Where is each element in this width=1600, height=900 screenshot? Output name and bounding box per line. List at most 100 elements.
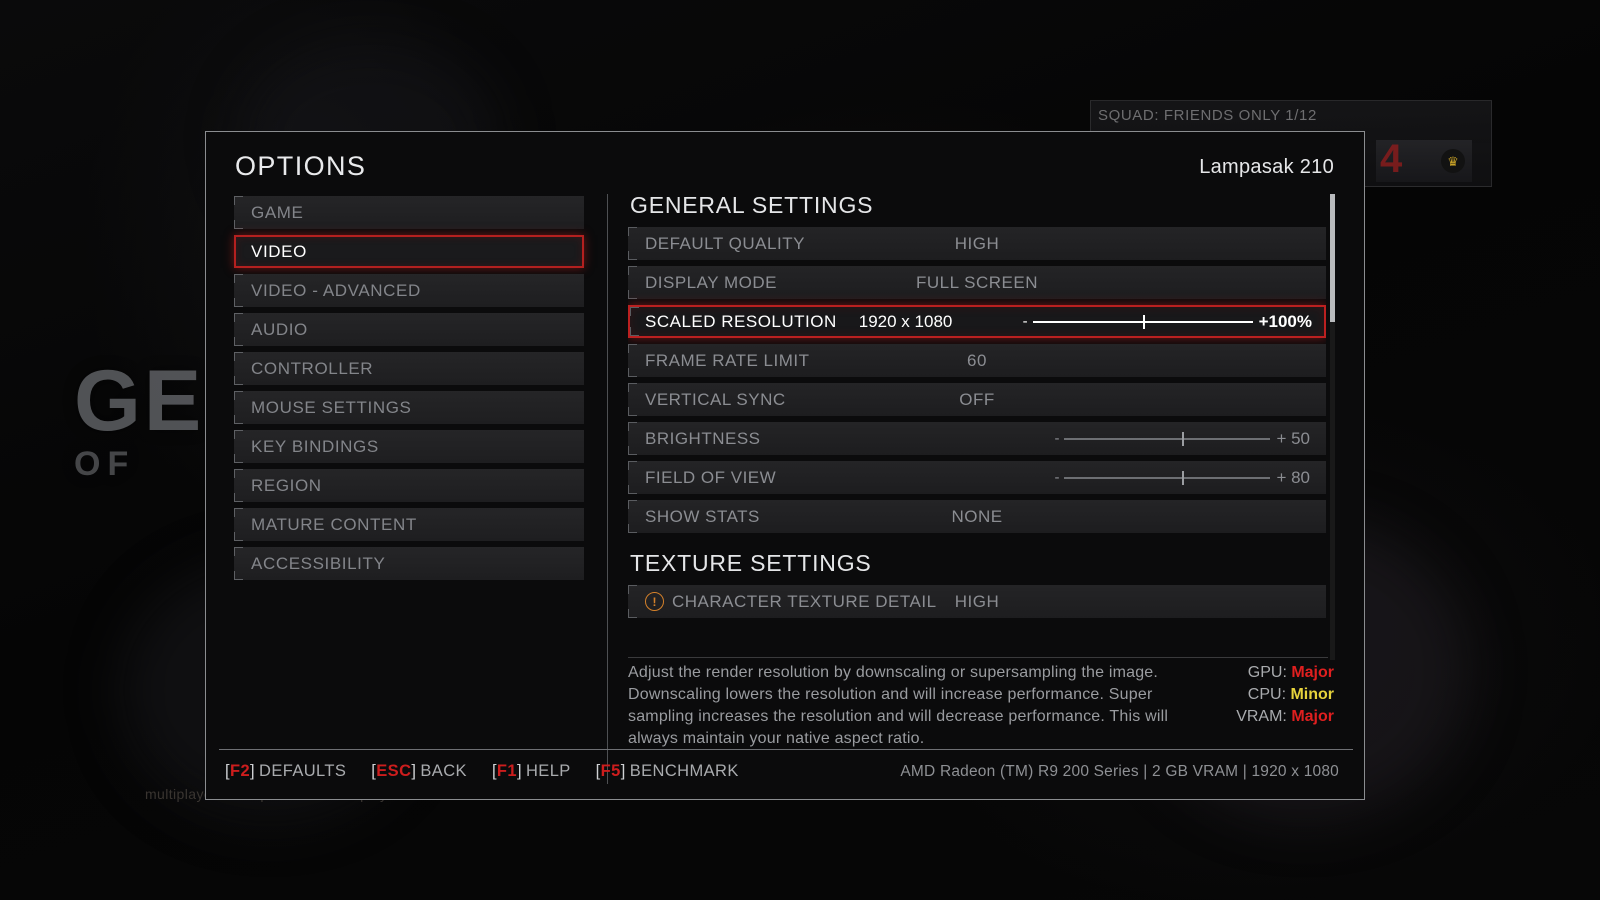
slider-thumb[interactable] bbox=[1181, 470, 1184, 485]
texture-settings-header: TEXTURE SETTINGS bbox=[630, 550, 872, 576]
sidebar-item-video[interactable]: VIDEO bbox=[234, 235, 584, 268]
sidebar-item-label: REGION bbox=[251, 475, 322, 495]
sidebar-item-label: KEY BINDINGS bbox=[251, 436, 379, 456]
slider-control[interactable]: - + 50 bbox=[1054, 429, 1310, 449]
squad-status-label: SQUAD: FRIENDS ONLY 1/12 bbox=[1098, 107, 1317, 124]
hotkey-bracket: ] bbox=[250, 762, 256, 780]
setting-row-brightness[interactable]: BRIGHTNESS - + 50 bbox=[628, 422, 1326, 455]
sidebar-item-label: AUDIO bbox=[251, 319, 308, 339]
slider-value: + 80 bbox=[1276, 467, 1310, 487]
options-dialog: OPTIONS Lampasak 210 GAME VIDEO VIDEO - AD… bbox=[205, 131, 1365, 800]
hotkey-back[interactable]: [ESC] BACK bbox=[371, 762, 467, 781]
sidebar-item-label: MATURE CONTENT bbox=[251, 514, 417, 534]
impact-row: CPU: Minor bbox=[1236, 684, 1334, 706]
sidebar-item-label: MOUSE SETTINGS bbox=[251, 397, 412, 417]
setting-name: FIELD OF VIEW bbox=[645, 467, 777, 487]
footer-divider bbox=[219, 749, 1353, 750]
sidebar-item-region[interactable]: REGION bbox=[234, 469, 584, 502]
hotkey-bracket: ] bbox=[516, 762, 522, 780]
setting-name: BRIGHTNESS bbox=[645, 428, 761, 448]
setting-name: DISPLAY MODE bbox=[645, 272, 777, 292]
slider-decrement-icon[interactable]: - bbox=[1054, 470, 1059, 485]
setting-name: VERTICAL SYNC bbox=[645, 389, 786, 409]
impact-value: Minor bbox=[1290, 686, 1334, 704]
sidebar-item-mouse-settings[interactable]: MOUSE SETTINGS bbox=[234, 391, 584, 424]
hotkey-action: BACK bbox=[420, 762, 467, 780]
squad-emblem: 4 bbox=[1380, 140, 1402, 181]
crown-icon: ♛ bbox=[1441, 149, 1465, 173]
impact-label: VRAM: bbox=[1236, 708, 1292, 726]
setting-row-vertical-sync[interactable]: VERTICAL SYNC OFF bbox=[628, 383, 1326, 416]
hotkey-key: F5 bbox=[600, 762, 621, 780]
sidebar-item-audio[interactable]: AUDIO bbox=[234, 313, 584, 346]
setting-row-default-quality[interactable]: DEFAULT QUALITY HIGH bbox=[628, 227, 1326, 260]
panel-divider bbox=[607, 194, 608, 784]
hotkey-bracket: ] bbox=[620, 762, 626, 780]
warning-icon: ! bbox=[645, 592, 664, 611]
sidebar-item-game[interactable]: GAME bbox=[234, 196, 584, 229]
settings-category-list: GAME VIDEO VIDEO - ADVANCED AUDIO CONTROLLER… bbox=[234, 196, 584, 586]
sidebar-item-label: CONTROLLER bbox=[251, 358, 374, 378]
hotkey-benchmark[interactable]: [F5] BENCHMARK bbox=[596, 762, 739, 781]
impact-label: GPU: bbox=[1247, 664, 1292, 681]
sidebar-item-label: VIDEO - ADVANCED bbox=[251, 280, 421, 300]
game-logo-main: GE bbox=[74, 353, 205, 449]
sidebar-item-key-bindings[interactable]: KEY BINDINGS bbox=[234, 430, 584, 463]
setting-row-character-texture-detail[interactable]: ! CHARACTER TEXTURE DETAIL HIGH bbox=[628, 585, 1326, 618]
slider-track[interactable] bbox=[1064, 431, 1271, 446]
slider-decrement-icon[interactable]: - bbox=[1023, 314, 1028, 329]
hotkey-help[interactable]: [F1] HELP bbox=[492, 762, 571, 781]
slider-control[interactable]: - +100% bbox=[1023, 312, 1312, 332]
game-logo-sub: OF bbox=[74, 445, 136, 484]
setting-row-field-of-view[interactable]: FIELD OF VIEW - + 80 bbox=[628, 461, 1326, 494]
impact-row: GPU: Major bbox=[1236, 662, 1334, 684]
settings-scrollbar-thumb[interactable] bbox=[1330, 194, 1335, 322]
slider-decrement-icon[interactable]: - bbox=[1054, 431, 1059, 446]
hotkey-action: BENCHMARK bbox=[629, 762, 739, 780]
hotkey-bar: [F2] DEFAULTS [ESC] BACK [F1] HELP [F5] BENCHMA… bbox=[225, 762, 739, 781]
setting-row-scaled-resolution[interactable]: SCALED RESOLUTION 1920 x 1080 - +100% bbox=[628, 305, 1326, 338]
setting-name: DEFAULT QUALITY bbox=[645, 233, 805, 253]
setting-row-frame-rate-limit[interactable]: FRAME RATE LIMIT 60 bbox=[628, 344, 1326, 377]
setting-name: FRAME RATE LIMIT bbox=[645, 350, 810, 370]
setting-inline-value: 1920 x 1080 bbox=[858, 311, 953, 331]
setting-name: CHARACTER TEXTURE DETAIL bbox=[672, 591, 937, 611]
slider-thumb[interactable] bbox=[1142, 314, 1145, 329]
general-settings-rows: DEFAULT QUALITY HIGH DISPLAY MODE FULL SCRE… bbox=[628, 227, 1326, 533]
impact-label: CPU: bbox=[1247, 686, 1291, 704]
hotkey-key: F2 bbox=[229, 762, 251, 780]
setting-name: SHOW STATS bbox=[645, 506, 760, 526]
slider-track[interactable] bbox=[1032, 314, 1253, 329]
sidebar-item-mature-content[interactable]: MATURE CONTENT bbox=[234, 508, 584, 541]
slider-value: + 50 bbox=[1276, 428, 1310, 448]
game-logo: GE OF bbox=[74, 353, 205, 484]
sidebar-item-label: VIDEO bbox=[251, 241, 307, 261]
hotkey-bracket: ] bbox=[411, 762, 417, 780]
sidebar-item-accessibility[interactable]: ACCESSIBILITY bbox=[234, 547, 584, 580]
general-settings-header: GENERAL SETTINGS bbox=[630, 192, 874, 218]
description-divider bbox=[628, 657, 1328, 658]
hotkey-action: DEFAULTS bbox=[259, 762, 347, 780]
setting-row-display-mode[interactable]: DISPLAY MODE FULL SCREEN bbox=[628, 266, 1326, 299]
sidebar-item-video-advanced[interactable]: VIDEO - ADVANCED bbox=[234, 274, 584, 307]
system-info-label: AMD Radeon (TM) R9 200 Series | 2 GB VRA… bbox=[900, 763, 1339, 780]
performance-impact-list: GPU: Major CPU: Minor VRAM: Major bbox=[1236, 662, 1334, 728]
settings-panel: GENERAL SETTINGS DEFAULT QUALITY HIGH DISP… bbox=[628, 192, 1326, 658]
slider-track[interactable] bbox=[1064, 470, 1271, 485]
squad-member-card: 4 ♛ bbox=[1376, 140, 1472, 182]
hotkey-action: HELP bbox=[525, 762, 571, 780]
impact-row: VRAM: Major bbox=[1236, 706, 1334, 728]
sidebar-item-label: ACCESSIBILITY bbox=[251, 553, 386, 573]
hotkey-defaults[interactable]: [F2] DEFAULTS bbox=[225, 762, 346, 781]
slider-thumb[interactable] bbox=[1181, 431, 1184, 446]
setting-description: Adjust the render resolution by downscal… bbox=[628, 664, 1169, 748]
sidebar-item-label: GAME bbox=[251, 202, 304, 222]
player-name-label: Lampasak 210 bbox=[1199, 156, 1334, 178]
sidebar-item-controller[interactable]: CONTROLLER bbox=[234, 352, 584, 385]
impact-value: Major bbox=[1291, 664, 1334, 681]
setting-row-show-stats[interactable]: SHOW STATS NONE bbox=[628, 500, 1326, 533]
slider-control[interactable]: - + 80 bbox=[1054, 468, 1310, 488]
texture-settings-rows: ! CHARACTER TEXTURE DETAIL HIGH bbox=[628, 585, 1326, 618]
page-title: OPTIONS bbox=[235, 151, 367, 181]
slider-value: +100% bbox=[1258, 311, 1312, 331]
